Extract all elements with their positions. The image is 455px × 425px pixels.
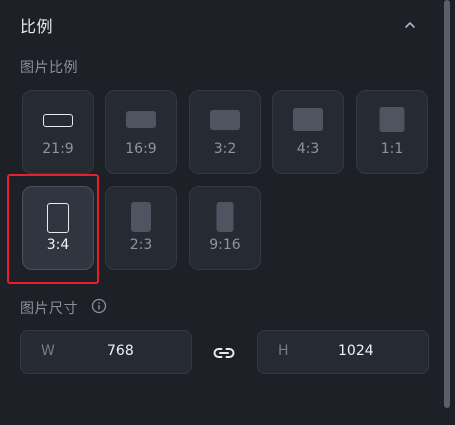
ratio-label: 3:4 <box>46 237 70 253</box>
ratio-shape-icon <box>43 114 73 127</box>
ratio-option-4-3[interactable]: 4:3 <box>272 90 344 174</box>
ratio-label: 9:16 <box>209 237 241 253</box>
ratio-shape-icon <box>131 202 151 232</box>
chevron-up-icon <box>405 22 415 28</box>
ratio-label: 1:1 <box>380 141 404 157</box>
image-size-label: 图片尺寸 <box>20 301 78 317</box>
width-prefix: W <box>41 343 55 359</box>
ratio-shape-icon <box>126 111 156 128</box>
image-ratio-label: 图片比例 <box>20 60 78 76</box>
ratio-option-3-4[interactable]: 3:4 <box>22 186 94 270</box>
ratio-shape-icon <box>210 110 240 130</box>
ratio-option-16-9[interactable]: 16:9 <box>105 90 177 174</box>
link-icon <box>213 348 235 358</box>
ratio-label: 21:9 <box>42 141 74 157</box>
section-header: 比例 <box>20 10 420 40</box>
collapse-button[interactable] <box>397 12 423 38</box>
ratio-option-1-1[interactable]: 1:1 <box>356 90 428 174</box>
ratio-panel: 比例 图片比例 21:9 16:9 3:2 4:3 1:1 3:4 2:3 9:… <box>0 0 455 425</box>
ratio-shape-icon <box>47 203 69 233</box>
section-title: 比例 <box>20 17 54 36</box>
link-dimensions-button[interactable] <box>210 340 238 366</box>
ratio-shape-icon <box>293 108 323 131</box>
ratio-label: 16:9 <box>125 141 157 157</box>
ratio-label: 4:3 <box>296 141 320 157</box>
ratio-shape-icon <box>379 107 405 132</box>
ratio-label: 3:2 <box>213 141 237 157</box>
height-prefix: H <box>278 343 289 359</box>
scrollbar[interactable] <box>444 0 450 408</box>
ratio-option-2-3[interactable]: 2:3 <box>105 186 177 270</box>
ratio-option-21-9[interactable]: 21:9 <box>22 90 94 174</box>
ratio-label: 2:3 <box>129 237 153 253</box>
ratio-shape-icon <box>216 202 234 232</box>
info-circle-icon[interactable] <box>91 298 107 314</box>
ratio-option-9-16[interactable]: 9:16 <box>189 186 261 270</box>
height-field[interactable]: H 1024 <box>257 330 429 374</box>
height-value: 1024 <box>338 343 374 359</box>
width-field[interactable]: W 768 <box>20 330 192 374</box>
ratio-option-3-2[interactable]: 3:2 <box>189 90 261 174</box>
width-value: 768 <box>107 343 134 359</box>
